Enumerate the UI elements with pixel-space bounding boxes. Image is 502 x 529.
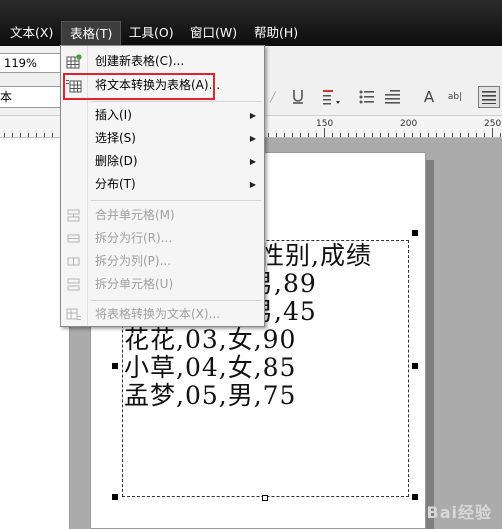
ruler-tick	[444, 133, 445, 137]
ruler-tick	[460, 133, 461, 137]
submenu-arrow-icon: ▶	[249, 134, 256, 143]
bullets-icon[interactable]	[320, 86, 342, 108]
ruler-tick	[484, 133, 485, 137]
ruler-tick	[492, 128, 493, 137]
ruler-tick	[316, 133, 317, 137]
ruler-tick	[452, 133, 453, 137]
paragraph-icon[interactable]	[478, 86, 500, 108]
page-shadow	[426, 160, 434, 529]
ruler-tick	[404, 133, 405, 137]
selection-handle[interactable]	[412, 230, 418, 236]
highlight-box	[63, 73, 215, 100]
ruler-tick	[308, 133, 309, 137]
ruler-tick	[276, 133, 277, 137]
watermark-logo: Bai经验	[426, 503, 492, 522]
document-line: 小草,04,女,85	[124, 353, 297, 382]
submenu-arrow-icon: ▶	[249, 180, 256, 189]
ruler-tick	[12, 133, 13, 137]
split-columns-icon	[67, 257, 80, 266]
menu-item-insert[interactable]: 插入(I) ▶	[61, 104, 264, 127]
ruler-tick	[292, 133, 293, 137]
menu-text[interactable]: 文本(X)	[2, 21, 61, 45]
ruler-tick	[476, 133, 477, 137]
split-cells-icon	[67, 278, 80, 291]
table-new-icon	[66, 54, 82, 69]
ruler-label: 200	[400, 119, 418, 129]
submenu-arrow-icon: ▶	[249, 111, 256, 120]
ruler-tick	[356, 133, 357, 137]
ruler-tick	[380, 133, 381, 137]
submenu-arrow-icon: ▶	[249, 157, 256, 166]
ruler-tick	[468, 133, 469, 137]
menu-separator	[91, 101, 261, 102]
ruler-tick	[52, 133, 53, 137]
table-to-text-icon	[66, 308, 81, 320]
menu-table[interactable]: 表格(T)	[61, 21, 122, 45]
ruler-tick	[44, 133, 45, 137]
menu-item-merge-cells[interactable]: 合并单元格(M)	[61, 204, 264, 227]
ruler-tick	[340, 133, 341, 137]
menu-item-split-cells[interactable]: 拆分单元格(U)	[61, 273, 264, 296]
ruler-tick	[388, 133, 389, 137]
ruler-tick	[500, 133, 501, 137]
selection-handle[interactable]	[262, 495, 268, 501]
ruler-tick	[372, 133, 373, 137]
list-icon[interactable]	[356, 86, 378, 108]
zoom-level-field[interactable]: 119%	[0, 53, 68, 73]
ruler-tick	[348, 133, 349, 137]
font-name-field[interactable]: 本	[0, 86, 68, 108]
menu-item-delete[interactable]: 删除(D) ▶	[61, 150, 264, 173]
font-icon[interactable]: ab|	[444, 86, 466, 108]
document-line: 性别,成绩	[259, 241, 372, 270]
menu-item-convert-table-to-text[interactable]: 将表格转换为文本(X)...	[61, 303, 264, 326]
ruler-tick	[284, 133, 285, 137]
italic-icon[interactable]: /	[262, 86, 284, 108]
ruler-tick	[396, 133, 397, 137]
menu-item-create-table[interactable]: 创建新表格(C)...	[61, 50, 264, 73]
menu-window[interactable]: 窗口(W)	[182, 21, 245, 45]
split-rows-icon	[67, 234, 80, 243]
ruler-tick	[268, 133, 269, 137]
document-line: 孟梦,05,男,75	[124, 381, 297, 410]
ruler-tick	[364, 133, 365, 137]
align-icon[interactable]	[382, 86, 404, 108]
menu-item-distribute[interactable]: 分布(T) ▶	[61, 173, 264, 196]
ruler-tick	[4, 133, 5, 137]
ruler-tick	[428, 133, 429, 137]
ruler-tick	[300, 133, 301, 137]
menu-separator	[91, 200, 261, 201]
ruler-tick	[436, 133, 437, 137]
ruler-tick	[20, 133, 21, 137]
menu-tools[interactable]: 工具(O)	[121, 21, 182, 45]
selection-handle[interactable]	[112, 363, 118, 369]
ruler-tick	[324, 128, 325, 137]
text-icon[interactable]: A	[418, 86, 440, 108]
ruler-tick	[28, 133, 29, 137]
menu-item-select[interactable]: 选择(S) ▶	[61, 127, 264, 150]
ruler-tick	[36, 133, 37, 137]
ruler-tick	[420, 133, 421, 137]
selection-handle[interactable]	[412, 363, 418, 369]
ruler-tick	[412, 133, 413, 137]
menu-item-split-rows[interactable]: 拆分为行(R)...	[61, 227, 264, 250]
menu-bar: 文本(X) 表格(T) 工具(O) 窗口(W) 帮助(H)	[0, 0, 502, 46]
menu-help[interactable]: 帮助(H)	[246, 21, 306, 45]
ruler-tick	[332, 133, 333, 137]
document-line: 花花,03,女,90	[124, 325, 297, 354]
selection-handle[interactable]	[112, 494, 118, 500]
menu-item-split-columns[interactable]: 拆分为列(P)...	[61, 250, 264, 273]
menu-separator	[91, 300, 261, 301]
underline-icon[interactable]	[287, 86, 309, 108]
merge-cells-icon	[67, 209, 80, 222]
selection-handle[interactable]	[412, 494, 418, 500]
